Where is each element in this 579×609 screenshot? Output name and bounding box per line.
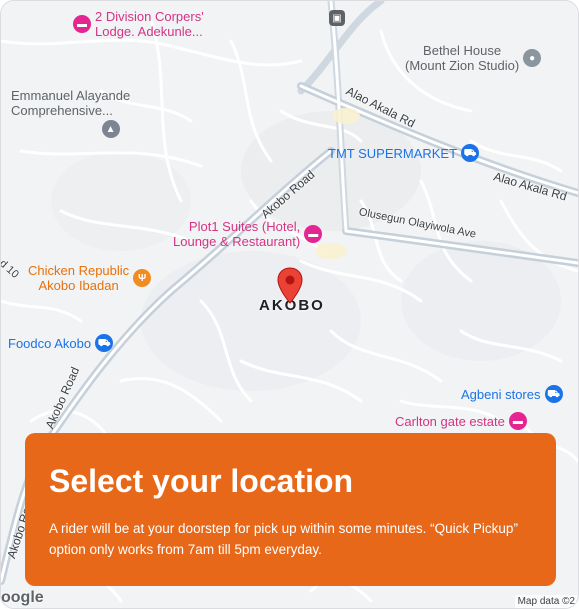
poi-label: 2 Division Corpers' (95, 9, 204, 24)
poi-label: Agbeni stores (461, 386, 541, 402)
poi-label: Plot1 Suites (Hotel, (188, 219, 301, 234)
hotel-icon: ▬ (304, 225, 323, 243)
poi-label: Carlton gate estate (395, 413, 505, 429)
location-pin-icon[interactable] (277, 267, 303, 305)
card-body: A rider will be at your doorstep for pic… (49, 521, 518, 557)
poi-label: Lounge & Restaurant) (173, 234, 301, 249)
google-logo[interactable]: oogle (1, 589, 44, 607)
map-frame[interactable]: ▣ ▬ 2 Division Corpers' Lodge. Adekunle.… (0, 0, 579, 609)
poi-label: Akobo Ibadan (38, 278, 119, 293)
poi-bethel-house[interactable]: ● Bethel House (Mount Zion Studio) (405, 43, 542, 73)
bus-stop-icon[interactable]: ▣ (329, 10, 345, 26)
map-data-attribution[interactable]: Map data ©2 (514, 595, 578, 608)
poi-tmt-supermarket[interactable]: ⛟ TMT SUPERMARKET (328, 144, 480, 162)
school-icon: ▲ (101, 120, 120, 138)
poi-label: Comprehensive... (11, 103, 113, 118)
shopping-cart-icon: ⛟ (544, 385, 563, 403)
restaurant-icon: Ψ (133, 269, 152, 287)
poi-plot1-suites[interactable]: ▬ Plot1 Suites (Hotel, Lounge & Restaura… (173, 219, 323, 249)
poi-carlton-gate-estate[interactable]: ▬ Carlton gate estate (395, 412, 527, 430)
shopping-cart-icon: ⛟ (461, 144, 480, 162)
poi-label: TMT SUPERMARKET (328, 145, 458, 161)
poi-division-corpers-lodge[interactable]: ▬ 2 Division Corpers' Lodge. Adekunle... (73, 9, 204, 39)
poi-label: Lodge. Adekunle... (95, 24, 203, 39)
poi-label: Chicken Republic (28, 263, 130, 278)
poi-agbeni-stores[interactable]: ⛟ Agbeni stores (461, 385, 563, 403)
hotel-icon: ▬ (73, 15, 91, 33)
poi-label: Bethel House (423, 43, 502, 58)
shopping-cart-icon: ⛟ (95, 334, 114, 352)
hotel-icon: ▬ (508, 412, 527, 430)
poi-chicken-republic[interactable]: Ψ Chicken Republic Akobo Ibadan (28, 263, 152, 293)
place-icon: ● (523, 49, 542, 67)
poi-label: Foodco Akobo (8, 335, 92, 351)
poi-foodco-akobo[interactable]: ⛟ Foodco Akobo (8, 334, 114, 352)
poi-emmanuel-alayande[interactable]: Emmanuel Alayande Comprehensive... ▲ (11, 88, 130, 138)
card-title: Select your location (49, 463, 354, 499)
poi-label: (Mount Zion Studio) (405, 58, 520, 73)
poi-label: Emmanuel Alayande (11, 88, 131, 103)
location-card: Select your location A rider will be at … (25, 433, 556, 586)
